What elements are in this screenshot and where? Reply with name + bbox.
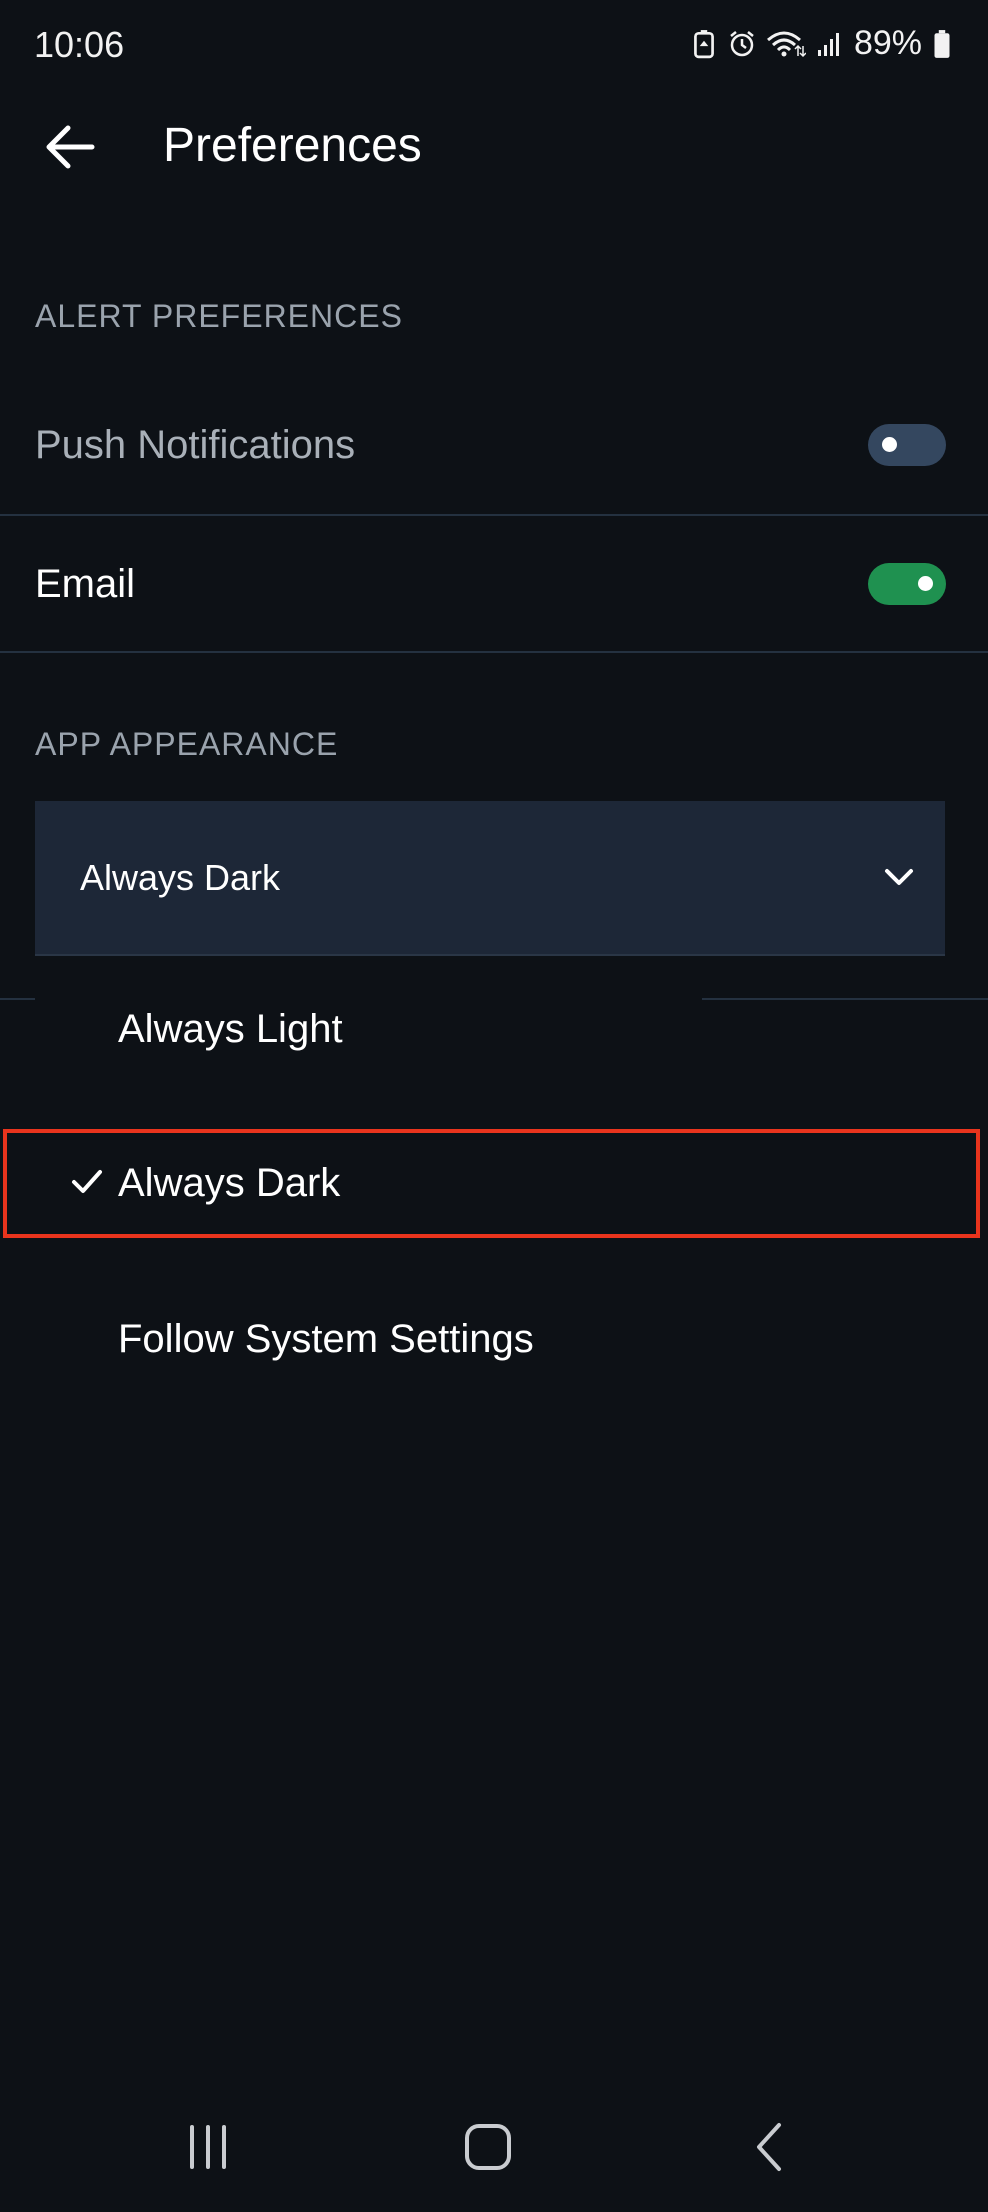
back-nav-icon[interactable]	[723, 2112, 813, 2182]
battery-percent: 89%	[853, 24, 922, 62]
toggle-knob	[882, 437, 897, 452]
battery-icon	[934, 29, 950, 58]
page-title: Preferences	[163, 119, 422, 172]
email-row[interactable]: Email	[0, 516, 988, 652]
selection-highlight-box	[3, 1129, 980, 1238]
back-arrow-icon[interactable]	[38, 115, 102, 179]
chevron-down-icon	[885, 869, 913, 885]
status-icons: 89%	[690, 24, 952, 63]
alert-preferences-header: ALERT PREFERENCES	[35, 298, 403, 334]
email-toggle[interactable]	[868, 563, 946, 605]
battery-saver-icon	[694, 29, 714, 58]
recent-apps-icon[interactable]	[163, 2112, 253, 2182]
push-notifications-row[interactable]: Push Notifications	[0, 377, 988, 513]
email-label: Email	[35, 562, 136, 606]
option-label: Always Light	[118, 1007, 343, 1051]
wifi-icon	[766, 31, 806, 57]
home-icon[interactable]	[443, 2112, 533, 2182]
toggle-knob	[918, 576, 933, 591]
push-notifications-toggle[interactable]	[868, 424, 946, 466]
option-label: Follow System Settings	[118, 1317, 534, 1361]
push-notifications-label: Push Notifications	[35, 423, 356, 467]
alarm-icon	[730, 30, 754, 56]
appearance-dropdown[interactable]: Always Dark	[35, 801, 945, 954]
option-follow-system[interactable]: Follow System Settings	[0, 1264, 988, 1414]
status-time: 10:06	[34, 24, 125, 65]
divider	[0, 651, 988, 653]
signal-icon	[817, 32, 839, 56]
app-appearance-header: APP APPEARANCE	[35, 726, 339, 762]
option-always-light[interactable]: Always Light	[0, 954, 988, 1104]
appearance-dropdown-value: Always Dark	[80, 857, 281, 898]
